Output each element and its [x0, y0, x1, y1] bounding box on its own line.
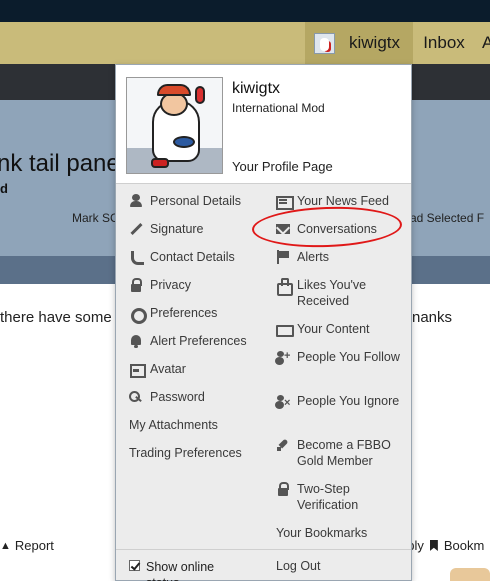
menu-label: Alert Preferences: [150, 334, 247, 348]
keyboard-icon: [276, 322, 294, 337]
menu-my-attachments[interactable]: My Attachments: [129, 417, 218, 433]
top-bar: [0, 0, 490, 22]
menu-your-bookmarks[interactable]: Your Bookmarks: [276, 525, 406, 541]
menu-label: Your Content: [297, 322, 370, 336]
logout-link[interactable]: Log Out: [276, 559, 320, 573]
avatar-character-boot: [151, 158, 169, 168]
menu-likes-received[interactable]: Likes You've Received: [276, 277, 406, 309]
online-status-checkbox[interactable]: [129, 560, 140, 571]
dropdown-profile-header: kiwigtx International Mod Your Profile P…: [116, 65, 411, 184]
inbox-link[interactable]: Inbox: [413, 22, 475, 64]
menu-label: Become a FBBO Gold Member: [297, 438, 391, 468]
avatar-character-belt: [173, 136, 195, 148]
menu-people-you-follow[interactable]: People You Follow: [276, 348, 406, 365]
menu-contact-details[interactable]: Contact Details: [129, 249, 235, 265]
header-links[interactable]: ad Selected F: [410, 211, 484, 225]
menu-label: Password: [150, 390, 205, 404]
gear-icon: [129, 306, 147, 324]
lock-icon: [129, 278, 143, 292]
dropdown-divider: [116, 549, 411, 550]
newspaper-icon: [276, 194, 294, 210]
menu-label: Contact Details: [150, 250, 235, 264]
menu-label: Two-Step Verification: [297, 482, 359, 512]
post-text-left: there have some: [0, 309, 112, 326]
bookmark-link[interactable]: Bookm: [444, 538, 484, 553]
user-plus-icon: [276, 348, 290, 364]
page-subtitle: d: [0, 181, 8, 196]
post-actions-left: ▲ Report: [0, 538, 54, 553]
bookmark-icon: [429, 540, 438, 551]
envelope-icon: [276, 222, 290, 236]
menu-password[interactable]: Password: [129, 389, 205, 405]
bell-icon: [129, 334, 143, 348]
menu-news-feed[interactable]: Your News Feed: [276, 193, 406, 210]
user-icon: [129, 194, 143, 208]
menu-your-content[interactable]: Your Content: [276, 321, 406, 337]
warning-icon: ▲: [0, 539, 11, 552]
show-online-status-toggle[interactable]: Show online status: [129, 559, 226, 581]
menu-privacy[interactable]: Privacy: [129, 277, 191, 293]
nav-username: kiwigtx: [349, 33, 401, 52]
user-role: International Mod: [232, 101, 325, 115]
menu-label: My Attachments: [129, 418, 218, 432]
account-dropdown: kiwigtx International Mod Your Profile P…: [115, 64, 412, 581]
pencil-icon: [129, 222, 143, 236]
menu-conversations[interactable]: Conversations: [276, 221, 406, 237]
menu-label: Signature: [150, 222, 204, 236]
phone-icon: [129, 250, 144, 265]
user-times-icon: [276, 394, 290, 411]
menu-label: Likes You've Received: [297, 278, 367, 308]
menu-label: Preferences: [150, 306, 218, 320]
page-title: nk tail pane: [0, 150, 120, 177]
avatar-character-cap: [157, 84, 191, 96]
menu-label: Avatar: [150, 362, 186, 376]
menu-alert-preferences[interactable]: Alert Preferences: [129, 333, 247, 349]
image-icon: [129, 362, 146, 378]
menu-label: People You Follow: [297, 350, 400, 364]
thumbs-up-icon: [276, 278, 293, 296]
flag-icon: [276, 250, 290, 264]
menu-label: Your News Feed: [297, 194, 389, 208]
menu-people-you-ignore[interactable]: People You Ignore: [276, 393, 406, 411]
alerts-link[interactable]: A: [482, 22, 490, 64]
menu-trading-preferences[interactable]: Trading Preferences: [129, 445, 242, 461]
profile-avatar[interactable]: [126, 77, 223, 174]
menu-label: Personal Details: [150, 194, 242, 208]
menu-signature[interactable]: Signature: [129, 221, 204, 237]
mark-read-link[interactable]: Mark SC: [72, 211, 119, 225]
menu-personal-details[interactable]: Personal Details: [129, 193, 241, 209]
menu-gold-member[interactable]: Become a FBBO Gold Member: [276, 437, 406, 469]
nav-avatar: [314, 32, 335, 54]
menu-two-step-verification[interactable]: Two-Step Verification: [276, 481, 406, 513]
avatar-character-hand: [195, 86, 205, 104]
menu-label: Conversations: [297, 222, 377, 236]
menu-label: People You Ignore: [297, 394, 400, 408]
online-status-label: Show online status: [146, 560, 215, 581]
profile-page-link[interactable]: Your Profile Page: [232, 159, 333, 174]
sticker-image: [450, 568, 490, 581]
post-text-right: nanks: [412, 309, 453, 326]
user-menu-trigger[interactable]: kiwigtx: [305, 22, 413, 64]
menu-label: Trading Preferences: [129, 446, 242, 460]
menu-label: Alerts: [297, 250, 329, 264]
dropdown-username[interactable]: kiwigtx: [232, 80, 280, 98]
post-actions-right: eply Bookm: [400, 538, 484, 553]
report-link[interactable]: Report: [15, 538, 54, 553]
menu-preferences[interactable]: Preferences: [129, 305, 218, 324]
key-icon: [129, 390, 143, 404]
menu-label: Privacy: [150, 278, 191, 292]
menu-avatar[interactable]: Avatar: [129, 361, 186, 378]
menu-label: Your Bookmarks: [276, 526, 368, 540]
rocket-icon: [276, 438, 290, 452]
menu-alerts[interactable]: Alerts: [276, 249, 406, 265]
lock-icon: [276, 482, 290, 496]
